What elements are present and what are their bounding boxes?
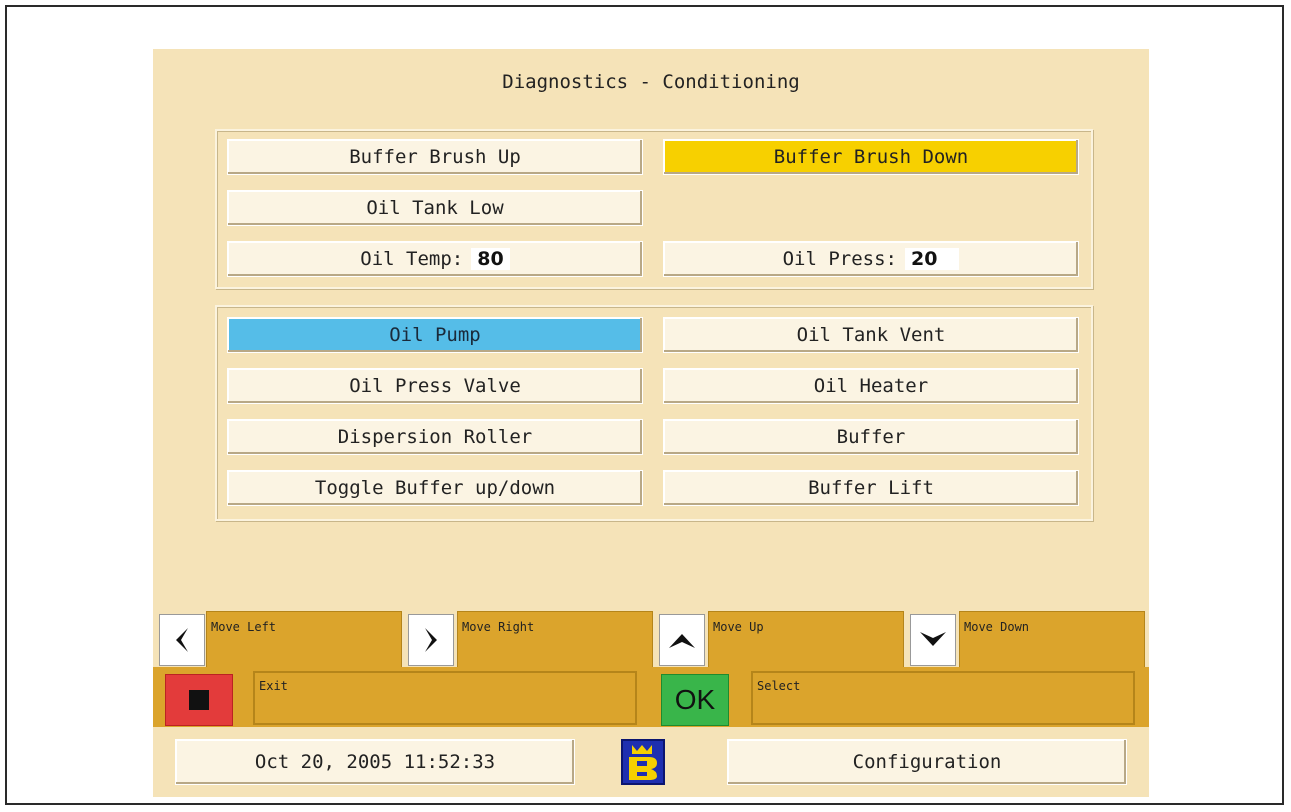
oil-tank-vent-label: Oil Tank Vent <box>796 324 946 346</box>
buffer-brush-down-label: Buffer Brush Down <box>773 146 969 168</box>
oil-press-value: 20 <box>904 248 960 270</box>
action-softkey-row: Exit OK Select <box>153 667 1149 727</box>
buffer-lift-button[interactable]: Buffer Lift <box>663 470 1079 506</box>
arrow-up-icon <box>669 634 695 648</box>
arrow-right-icon <box>425 628 437 652</box>
oil-press-label: Oil Press: <box>782 248 897 270</box>
configuration-button[interactable]: Configuration <box>727 739 1127 785</box>
toggle-buffer-label: Toggle Buffer up/down <box>314 477 556 499</box>
move-up-key[interactable] <box>659 614 705 666</box>
buffer-label: Buffer <box>836 426 906 448</box>
nav-softkey-row: Move Left Move Right Move Up Move Down <box>153 611 1149 668</box>
dispersion-roller-button[interactable]: Dispersion Roller <box>227 419 643 455</box>
oil-tank-vent-button[interactable]: Oil Tank Vent <box>663 317 1079 353</box>
buffer-brush-up-indicator: Buffer Brush Up <box>227 139 643 175</box>
arrow-down-icon <box>920 632 946 646</box>
diagnostics-screen: Diagnostics - Conditioning Buffer Brush … <box>153 49 1149 797</box>
buffer-button[interactable]: Buffer <box>663 419 1079 455</box>
ok-label: OK <box>674 684 716 715</box>
oil-heater-button[interactable]: Oil Heater <box>663 368 1079 404</box>
datetime-display: Oct 20, 2005 11:52:33 <box>175 739 575 785</box>
outer-frame: Diagnostics - Conditioning Buffer Brush … <box>5 5 1284 805</box>
move-down-key[interactable] <box>910 614 956 666</box>
move-right-label[interactable]: Move Right <box>457 611 653 668</box>
oil-tank-low-label: Oil Tank Low <box>366 197 504 219</box>
move-left-key[interactable] <box>159 614 205 666</box>
move-up-label[interactable]: Move Up <box>708 611 904 668</box>
buffer-brush-down-indicator: Buffer Brush Down <box>663 139 1079 175</box>
oil-temp-readout: Oil Temp: 80 <box>227 241 643 277</box>
oil-heater-label: Oil Heater <box>813 375 929 397</box>
buffer-brush-up-label: Buffer Brush Up <box>349 146 521 168</box>
oil-press-readout: Oil Press: 20 <box>663 241 1079 277</box>
configuration-label: Configuration <box>852 751 1002 773</box>
logo-icon <box>621 739 665 785</box>
exit-key[interactable] <box>165 674 233 726</box>
move-right-key[interactable] <box>408 614 454 666</box>
buffer-lift-label: Buffer Lift <box>808 477 934 499</box>
move-left-label[interactable]: Move Left <box>206 611 402 668</box>
screen-title: Diagnostics - Conditioning <box>502 71 800 93</box>
ok-key[interactable]: OK <box>661 674 729 726</box>
oil-pump-button[interactable]: Oil Pump <box>227 317 643 353</box>
datetime-text: Oct 20, 2005 11:52:33 <box>254 751 496 773</box>
oil-pump-label: Oil Pump <box>389 324 481 346</box>
oil-press-valve-label: Oil Press Valve <box>349 375 521 397</box>
toggle-buffer-button[interactable]: Toggle Buffer up/down <box>227 470 643 506</box>
oil-temp-value: 80 <box>471 248 510 270</box>
stop-icon <box>189 690 209 710</box>
exit-label[interactable]: Exit <box>253 671 637 725</box>
arrow-left-icon <box>176 628 188 652</box>
move-down-label[interactable]: Move Down <box>959 611 1145 668</box>
select-label[interactable]: Select <box>751 671 1135 725</box>
oil-tank-low-indicator: Oil Tank Low <box>227 190 643 226</box>
oil-press-valve-button[interactable]: Oil Press Valve <box>227 368 643 404</box>
oil-temp-label: Oil Temp: <box>360 248 464 270</box>
dispersion-roller-label: Dispersion Roller <box>337 426 533 448</box>
